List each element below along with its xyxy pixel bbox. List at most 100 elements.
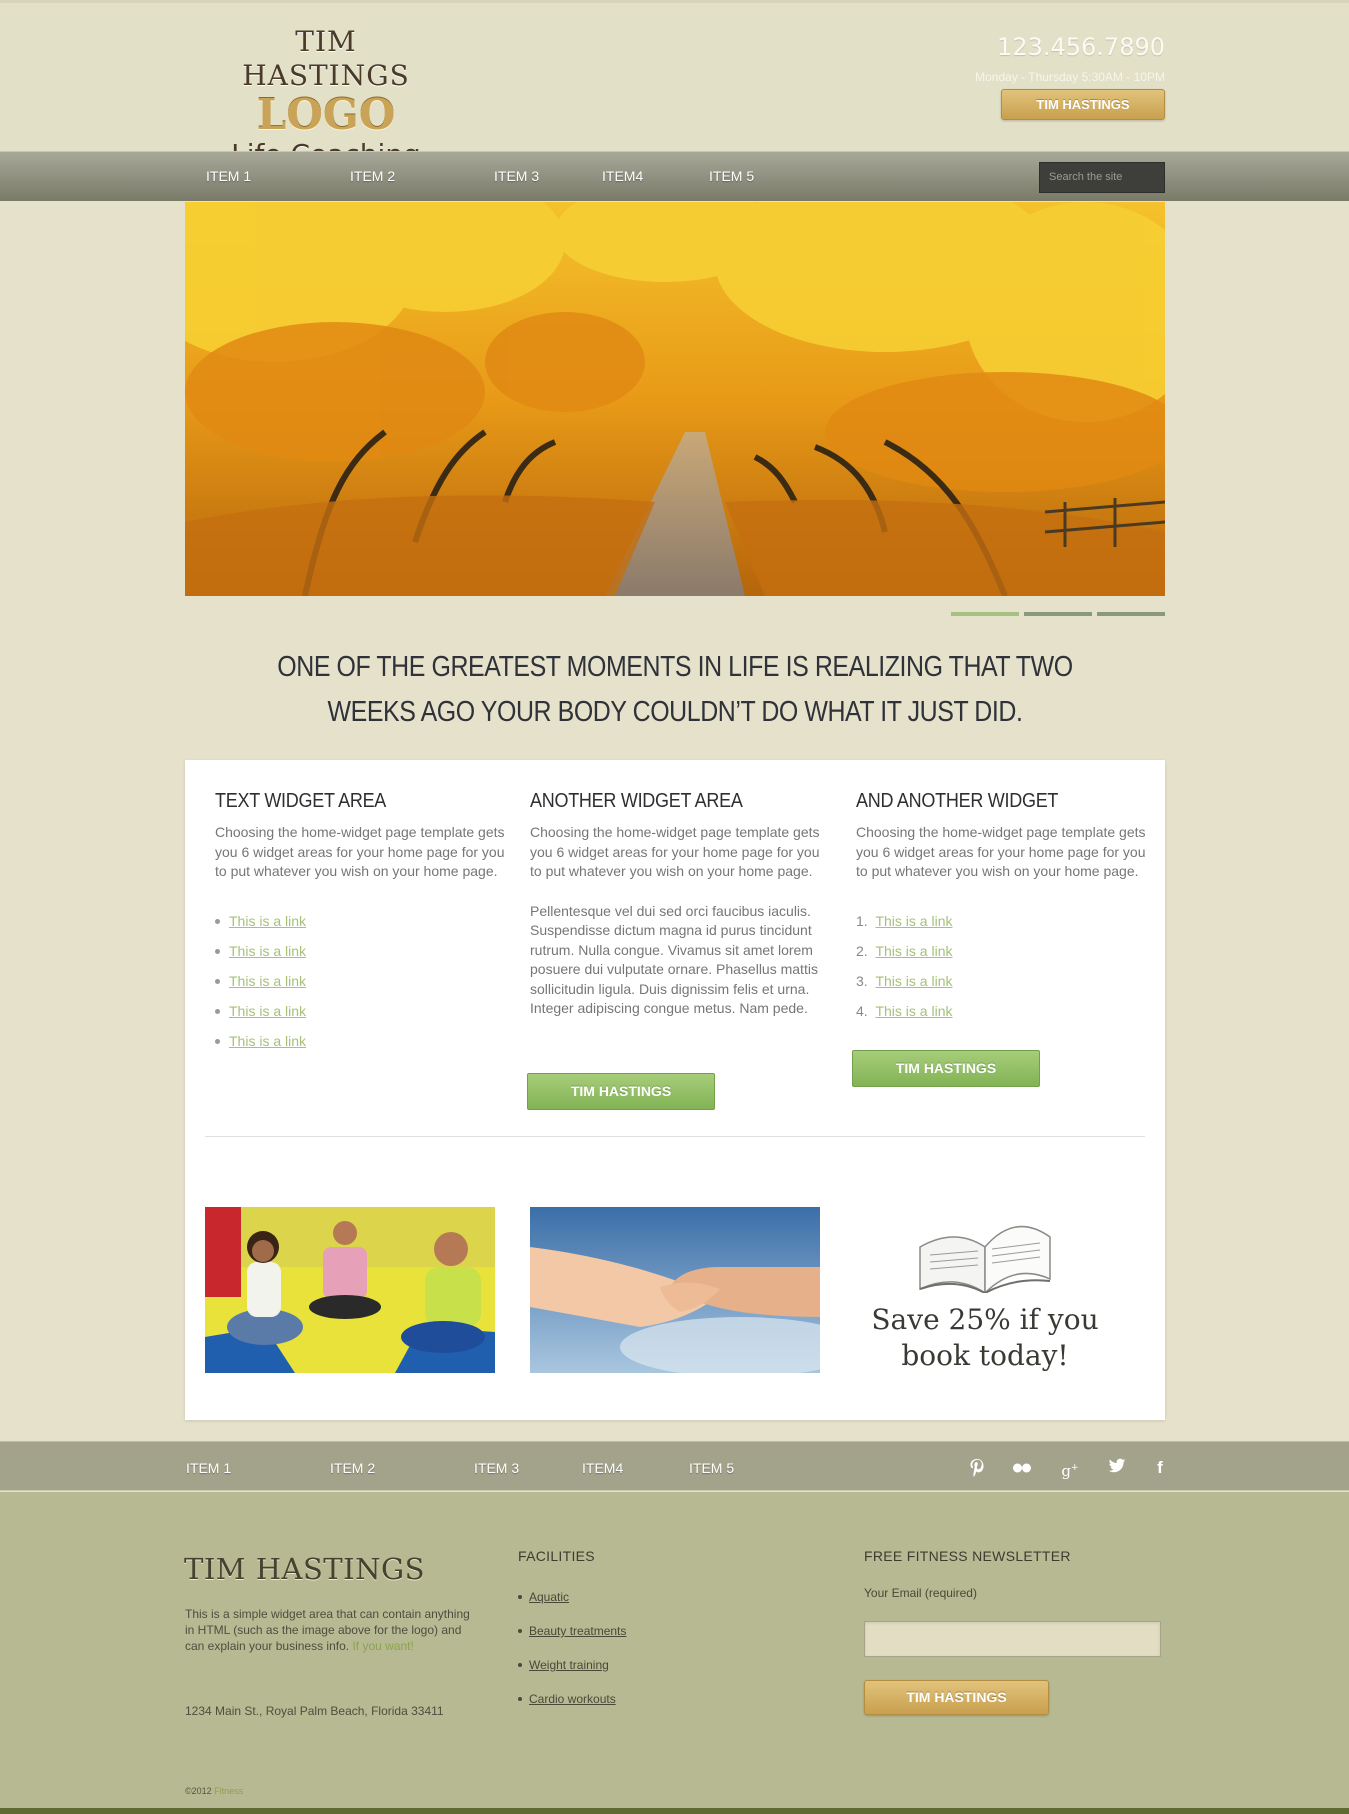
phone-number: 123.456.7890 bbox=[997, 33, 1165, 61]
and-another-widget: AND ANOTHER WIDGET Choosing the home-wid… bbox=[856, 790, 1146, 1026]
logo-name: TIM HASTINGS bbox=[242, 25, 410, 92]
nav-item-5[interactable]: ITEM 5 bbox=[709, 168, 754, 184]
autumn-road-illustration bbox=[185, 202, 1165, 596]
header-contact: 123.456.7890 Monday - Thursday 5:30AM - … bbox=[845, 31, 1165, 120]
widget-link[interactable]: This is a link bbox=[875, 943, 952, 959]
list-item: 1. This is a link bbox=[856, 906, 1146, 936]
facility-link[interactable]: Weight training bbox=[529, 1658, 609, 1672]
footer-nav-item-1[interactable]: ITEM 1 bbox=[186, 1460, 231, 1476]
page: TIM HASTINGS LOGO Life Coaching 123.456.… bbox=[0, 0, 1349, 1814]
nav-item-2[interactable]: ITEM 2 bbox=[350, 168, 395, 184]
widget-title: TEXT WIDGET AREA bbox=[215, 790, 387, 812]
facilities-list: Aquatic Beauty treatments Weight trainin… bbox=[518, 1580, 626, 1716]
pinterest-icon[interactable] bbox=[967, 1458, 987, 1478]
list-item: 3. This is a link bbox=[856, 966, 1146, 996]
list-item: Beauty treatments bbox=[518, 1614, 626, 1648]
widget-cta-button[interactable]: TIM HASTINGS bbox=[527, 1073, 715, 1110]
footer-nav-item-4[interactable]: ITEM4 bbox=[582, 1460, 623, 1476]
slider-pager bbox=[951, 612, 1165, 618]
business-hours: Monday - Thursday 5:30AM - 10PM bbox=[975, 70, 1165, 84]
widget-cta-button[interactable]: TIM HASTINGS bbox=[852, 1050, 1040, 1087]
footer-nav-item-5[interactable]: ITEM 5 bbox=[689, 1460, 734, 1476]
twitter-icon[interactable] bbox=[1107, 1458, 1127, 1478]
list-item: Weight training bbox=[518, 1648, 626, 1682]
widget-link[interactable]: This is a link bbox=[229, 943, 306, 959]
widget-link[interactable]: This is a link bbox=[875, 973, 952, 989]
list-number: 4. bbox=[856, 1002, 868, 1019]
numbered-link-list: 1. This is a link 2. This is a link 3. T… bbox=[856, 906, 1146, 1026]
site-header: TIM HASTINGS LOGO Life Coaching 123.456.… bbox=[0, 0, 1349, 171]
footer-nav-item-3[interactable]: ITEM 3 bbox=[474, 1460, 519, 1476]
logo-wordmark: LOGO bbox=[256, 90, 396, 139]
list-item: Aquatic bbox=[518, 1580, 626, 1614]
copyright-text: ©2012 bbox=[185, 1786, 212, 1796]
facility-link[interactable]: Beauty treatments bbox=[529, 1624, 626, 1638]
footer-about-link[interactable]: If you want! bbox=[352, 1639, 413, 1653]
list-item: 2. This is a link bbox=[856, 936, 1146, 966]
promo-line-1: Save 25% if you bbox=[871, 1303, 1099, 1336]
text-widget: TEXT WIDGET AREA Choosing the home-widge… bbox=[215, 790, 505, 1056]
email-field[interactable] bbox=[864, 1621, 1161, 1657]
list-number: 1. bbox=[856, 912, 868, 929]
widget-link[interactable]: This is a link bbox=[229, 973, 306, 989]
widget-text: Choosing the home-widget page template g… bbox=[215, 824, 505, 879]
list-number: 2. bbox=[856, 942, 868, 959]
newsletter-title: FREE FITNESS NEWSLETTER bbox=[864, 1548, 1071, 1564]
widget-link[interactable]: This is a link bbox=[875, 1003, 952, 1019]
facility-link[interactable]: Cardio workouts bbox=[529, 1692, 616, 1706]
facilities-title: FACILITIES bbox=[518, 1548, 595, 1564]
widget-panel: TEXT WIDGET AREA Choosing the home-widge… bbox=[185, 760, 1165, 1420]
list-item: 4. This is a link bbox=[856, 996, 1146, 1026]
clasped-hands-image bbox=[530, 1207, 820, 1373]
handshake-photo bbox=[530, 1207, 820, 1373]
widget-title: ANOTHER WIDGET AREA bbox=[530, 790, 743, 812]
header-cta-button[interactable]: TIM HASTINGS bbox=[1001, 89, 1165, 120]
nav-item-3[interactable]: ITEM 3 bbox=[494, 168, 539, 184]
nav-item-4[interactable]: ITEM4 bbox=[602, 168, 643, 184]
list-item: This is a link bbox=[215, 996, 505, 1026]
main-nav: ITEM 1 ITEM 2 ITEM 3 ITEM4 ITEM 5 Search… bbox=[0, 151, 1349, 201]
list-item: This is a link bbox=[215, 936, 505, 966]
group-photo bbox=[205, 1207, 495, 1373]
facility-link[interactable]: Aquatic bbox=[529, 1590, 569, 1604]
footer-about-text: This is a simple widget area that can co… bbox=[185, 1607, 470, 1653]
footer-copyright: ©2012 Fitness bbox=[185, 1786, 243, 1796]
search-input[interactable]: Search the site bbox=[1039, 162, 1165, 193]
widget-link[interactable]: This is a link bbox=[875, 913, 952, 929]
widget-link[interactable]: This is a link bbox=[229, 1033, 306, 1049]
widget-text-secondary: Pellentesque vel dui sed orci faucibus i… bbox=[530, 902, 818, 1017]
footer-nav: ITEM 1 ITEM 2 ITEM 3 ITEM4 ITEM 5 g+ f bbox=[0, 1441, 1349, 1491]
promo-line-2: book today! bbox=[901, 1339, 1069, 1372]
open-book-icon bbox=[919, 1225, 1051, 1295]
copyright-link[interactable]: Fitness bbox=[214, 1786, 243, 1796]
widget-link[interactable]: This is a link bbox=[229, 913, 306, 929]
email-label: Your Email (required) bbox=[864, 1586, 977, 1600]
list-item: This is a link bbox=[215, 1026, 505, 1056]
hero-slider-image bbox=[185, 202, 1165, 596]
footer-nav-item-2[interactable]: ITEM 2 bbox=[330, 1460, 375, 1476]
facebook-icon[interactable]: f bbox=[1150, 1458, 1170, 1478]
flickr-icon[interactable] bbox=[1012, 1458, 1032, 1478]
slider-dot-1[interactable] bbox=[951, 612, 1019, 616]
section-divider bbox=[205, 1136, 1145, 1137]
slider-dot-3[interactable] bbox=[1097, 612, 1165, 616]
list-item: This is a link bbox=[215, 906, 505, 936]
another-widget: ANOTHER WIDGET AREA Choosing the home-wi… bbox=[530, 790, 820, 1019]
newsletter-submit-button[interactable]: TIM HASTINGS bbox=[864, 1680, 1049, 1715]
list-item: Cardio workouts bbox=[518, 1682, 626, 1716]
people-sitting-image bbox=[205, 1207, 495, 1373]
footer-about: This is a simple widget area that can co… bbox=[185, 1606, 470, 1654]
slider-dot-2[interactable] bbox=[1024, 612, 1092, 616]
list-number: 3. bbox=[856, 972, 868, 989]
promo-block[interactable]: Save 25% if you book today! bbox=[855, 1207, 1115, 1374]
nav-item-1[interactable]: ITEM 1 bbox=[206, 168, 251, 184]
widget-text: Choosing the home-widget page template g… bbox=[530, 824, 820, 879]
list-item: This is a link bbox=[215, 966, 505, 996]
site-footer: TIM HASTINGS This is a simple widget are… bbox=[0, 1492, 1349, 1814]
google-plus-icon[interactable]: g+ bbox=[1060, 1458, 1080, 1480]
widget-link[interactable]: This is a link bbox=[229, 1003, 306, 1019]
widget-title: AND ANOTHER WIDGET bbox=[856, 790, 1059, 812]
headline-quote: ONE OF THE GREATEST MOMENTS IN LIFE IS R… bbox=[277, 651, 1073, 728]
footer-address: 1234 Main St., Royal Palm Beach, Florida… bbox=[185, 1704, 444, 1718]
footer-logo[interactable]: TIM HASTINGS bbox=[184, 1552, 425, 1586]
